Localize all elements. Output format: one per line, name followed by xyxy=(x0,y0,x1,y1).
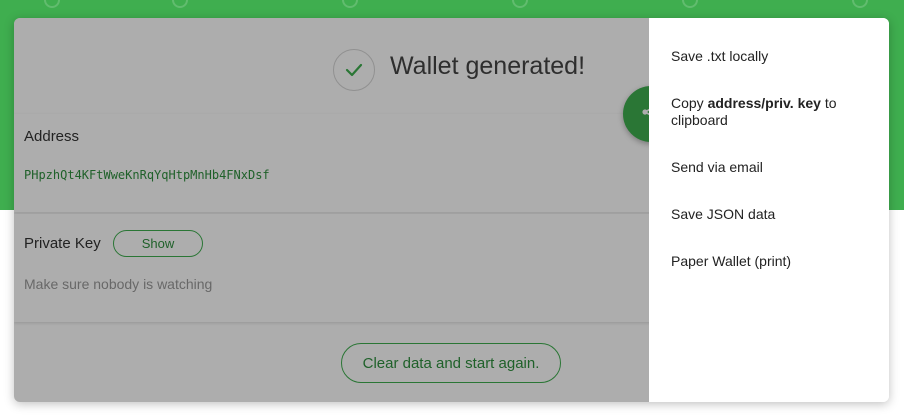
pattern-icon xyxy=(512,0,528,8)
pattern-icon xyxy=(44,0,60,8)
menu-item-send-email[interactable]: Send via email xyxy=(671,159,871,176)
menu-item-save-json[interactable]: Save JSON data xyxy=(671,206,871,223)
menu-item-paper-wallet[interactable]: Paper Wallet (print) xyxy=(671,253,871,270)
menu-item-copy-clipboard[interactable]: Copy address/priv. key to clipboard xyxy=(671,95,871,129)
modal-overlay[interactable] xyxy=(14,18,649,402)
pattern-icon xyxy=(852,0,868,8)
share-menu: Save .txt locally Copy address/priv. key… xyxy=(649,18,889,402)
copy-prefix: Copy xyxy=(671,95,708,111)
copy-bold-text: address/priv. key xyxy=(707,95,821,111)
pattern-icon xyxy=(172,0,188,8)
pattern-icon xyxy=(682,0,698,8)
menu-item-save-txt[interactable]: Save .txt locally xyxy=(671,48,871,65)
wallet-card: Wallet generated! Address PHpzhQt4KFtWwe… xyxy=(14,18,889,402)
pattern-icon xyxy=(342,0,358,8)
